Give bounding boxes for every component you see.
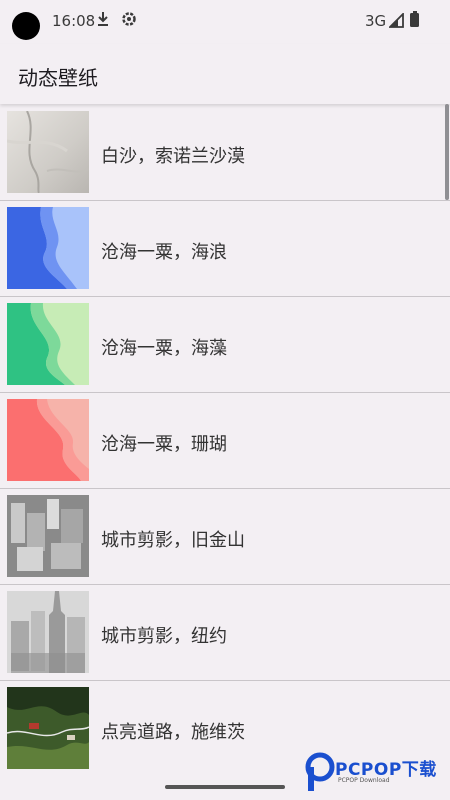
wallpaper-item-seaweed[interactable]: 沧海一粟，海藻	[0, 296, 450, 393]
wallpaper-thumbnail	[7, 303, 89, 385]
scrollbar-thumb[interactable]	[445, 104, 449, 200]
wallpaper-item-waves[interactable]: 沧海一粟，海浪	[0, 200, 450, 297]
wallpaper-thumbnail	[7, 591, 89, 673]
wallpaper-label: 城市剪影，旧金山	[101, 530, 245, 551]
wallpaper-label: 沧海一粟，珊瑚	[101, 434, 227, 455]
wallpaper-item-white-sand[interactable]: 白沙，索诺兰沙漠	[0, 104, 450, 201]
wallpaper-label: 沧海一粟，海浪	[101, 242, 227, 263]
pcpop-watermark: PCPOP下载 PCPOP Download	[305, 752, 445, 794]
page-title: 动态壁纸	[18, 66, 98, 90]
status-bar: 16:08 3G	[0, 0, 450, 44]
battery-icon	[410, 11, 419, 27]
wallpaper-label: 白沙，索诺兰沙漠	[101, 146, 245, 167]
download-icon	[98, 12, 108, 26]
network-type: 3G	[365, 12, 387, 30]
pcpop-logo-icon	[305, 752, 335, 791]
wallpaper-thumbnail	[7, 207, 89, 289]
gesture-nav-handle[interactable]	[165, 785, 285, 789]
wallpaper-item-san-francisco[interactable]: 城市剪影，旧金山	[0, 488, 450, 585]
wallpaper-thumbnail	[7, 111, 89, 193]
camera-cutout	[12, 12, 40, 40]
wallpaper-item-coral[interactable]: 沧海一粟，珊瑚	[0, 392, 450, 489]
wallpaper-label: 城市剪影，纽约	[101, 626, 227, 647]
wallpaper-label: 点亮道路，施维茨	[101, 722, 245, 743]
status-time: 16:08	[52, 12, 96, 30]
wallpaper-thumbnail	[7, 495, 89, 577]
watermark-subtitle: PCPOP Download	[338, 777, 390, 784]
wallpaper-item-new-york[interactable]: 城市剪影，纽约	[0, 584, 450, 681]
wallpaper-thumbnail	[7, 687, 89, 769]
wallpaper-thumbnail	[7, 399, 89, 481]
signal-icon	[389, 13, 404, 28]
wallpaper-label: 沧海一粟，海藻	[101, 338, 227, 359]
gear-icon	[122, 12, 136, 26]
app-bar: 动态壁纸	[0, 44, 450, 104]
wallpaper-list[interactable]: 白沙，索诺兰沙漠 沧海一粟，海浪 沧海一粟，海藻 沧海一粟，珊瑚 城市剪影，旧金…	[0, 104, 450, 776]
